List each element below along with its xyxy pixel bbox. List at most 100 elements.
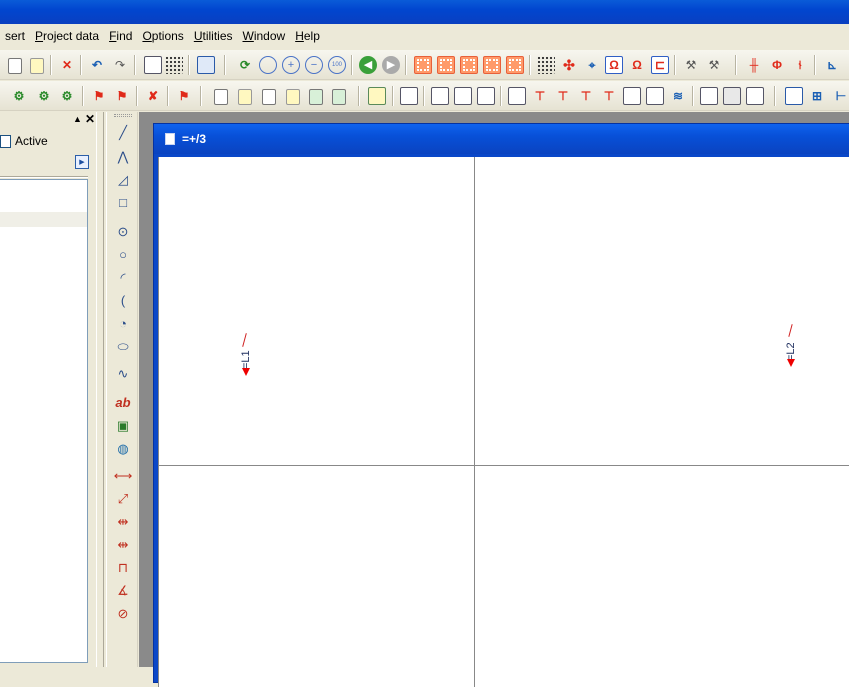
function-icon-2[interactable]: ⚑ (113, 87, 131, 105)
snap-icon-5[interactable] (506, 56, 524, 74)
tree-icon-1[interactable]: ⚙ (10, 87, 28, 105)
copy-icon[interactable] (8, 58, 22, 74)
snap-icon-3[interactable] (460, 56, 478, 74)
function-icon-1[interactable]: ⚑ (90, 87, 108, 105)
dimension-angle-icon[interactable]: ∡ (114, 581, 132, 599)
paste-icon[interactable] (30, 58, 44, 74)
terminal-strip-icon[interactable] (508, 87, 526, 105)
undo-icon[interactable]: ↶ (88, 56, 106, 74)
schematic-canvas[interactable]: =L1 =L2 (158, 157, 849, 687)
dimension-base-icon[interactable]: ⊓ (114, 558, 132, 576)
close-icon[interactable]: ✕ (85, 112, 95, 126)
plc-icon-4[interactable]: ⊤ (600, 87, 618, 105)
page-icon-6[interactable] (332, 89, 346, 105)
dimension-chain-icon[interactable]: ⇹ (114, 512, 132, 530)
zoom-out-icon[interactable]: − (305, 56, 323, 74)
menu-window[interactable]: Window (238, 24, 291, 49)
menu-insert[interactable]: sert (0, 24, 30, 49)
snap-icon-1[interactable] (414, 56, 432, 74)
macro-icon-3[interactable] (477, 87, 495, 105)
page-icon-2[interactable] (238, 89, 252, 105)
remove-function-icon[interactable]: ✘ (144, 87, 162, 105)
arrow-down-icon[interactable] (242, 368, 250, 376)
dimension-radius-icon[interactable]: ⊘ (114, 604, 132, 622)
page-icon-4[interactable] (286, 89, 300, 105)
redo-icon[interactable]: ↷ (111, 56, 129, 74)
forward-arrow-icon[interactable]: ▶ (382, 56, 400, 74)
refresh-icon[interactable]: ⟳ (236, 56, 254, 74)
panel-splitter[interactable] (98, 112, 104, 667)
table-icon[interactable] (165, 56, 183, 74)
back-arrow-icon[interactable]: ◀ (359, 56, 377, 74)
ellipse-icon[interactable]: ⬭ (114, 337, 132, 355)
polyline-icon[interactable]: ⋀ (114, 147, 132, 165)
spline-icon[interactable]: ∿ (114, 364, 132, 382)
symbol-macro-icon[interactable]: ⊞ (808, 87, 826, 105)
polygon-icon[interactable]: ◿ (114, 170, 132, 188)
image-icon[interactable]: ▣ (114, 416, 132, 434)
page-icon-3[interactable] (262, 89, 276, 105)
rectangle-icon[interactable]: □ (114, 193, 132, 211)
line-icon[interactable]: ⊢ (832, 87, 849, 105)
delete-icon[interactable]: ✕ (58, 56, 76, 74)
active-checkbox[interactable] (0, 135, 11, 148)
menu-project-data[interactable]: Project data (30, 24, 104, 49)
interrupt-icon[interactable]: ⫮ (791, 56, 809, 74)
black-box-icon[interactable] (623, 87, 641, 105)
page-icon-5[interactable] (309, 89, 323, 105)
menu-help[interactable]: Help (290, 24, 325, 49)
monitor-icon[interactable] (197, 56, 215, 74)
tree-icon-2[interactable]: ⚙ (35, 87, 53, 105)
arrow-down-icon[interactable] (787, 359, 795, 367)
structure-box-icon[interactable] (646, 87, 664, 105)
arc-three-point-icon[interactable]: ( (114, 291, 132, 309)
toolbar-grip[interactable] (114, 114, 132, 117)
zoom-100-icon[interactable]: 100 (328, 56, 346, 74)
window-macro-icon[interactable] (785, 87, 803, 105)
device-icon[interactable]: ⚒ (682, 56, 700, 74)
dimension-increment-icon[interactable]: ⇹ (114, 535, 132, 553)
grid-icon[interactable] (537, 56, 555, 74)
text-icon[interactable]: ab (114, 393, 132, 411)
hatch-icon[interactable] (700, 87, 718, 105)
report-icon[interactable] (400, 87, 418, 105)
parallel-lines-icon[interactable]: ╫ (745, 56, 763, 74)
crosshair-icon[interactable]: ⌖ (583, 56, 601, 74)
menu-options[interactable]: Options (137, 24, 188, 49)
play-icon[interactable]: ▶ (75, 155, 89, 169)
macro-icon-2[interactable] (454, 87, 472, 105)
snap-icon-4[interactable] (483, 56, 501, 74)
document-title-bar[interactable]: =+/3 (154, 124, 849, 154)
cable-icon[interactable]: ≋ (669, 87, 687, 105)
menu-find[interactable]: Find (104, 24, 137, 49)
sector-icon[interactable]: ◔ (114, 314, 132, 332)
zoom-in-icon[interactable]: + (282, 56, 300, 74)
transfer-icon[interactable]: ⚑ (175, 87, 193, 105)
plc-icon-1[interactable]: ⊤ (531, 87, 549, 105)
omega-icon[interactable]: Ω (605, 56, 623, 74)
page-icon-1[interactable] (214, 89, 228, 105)
dimension-linear-icon[interactable]: ⟷ (114, 466, 133, 484)
navigator-list[interactable] (0, 179, 88, 663)
circle-center-icon[interactable]: ⊙ (114, 222, 132, 240)
angle-icon[interactable]: ⊾ (823, 56, 841, 74)
device-red-icon[interactable]: ⚒ (705, 56, 723, 74)
list-item[interactable] (0, 212, 87, 227)
snap-icon-2[interactable] (437, 56, 455, 74)
snap-grid-icon[interactable]: ✣ (560, 56, 578, 74)
zoom-circle-icon[interactable] (259, 56, 277, 74)
menu-utilities[interactable]: Utilities (189, 24, 238, 49)
ohm-link-icon[interactable]: Ω (628, 56, 646, 74)
ellipse-cross-icon[interactable]: Φ (768, 56, 786, 74)
plc-icon-2[interactable]: ⊤ (554, 87, 572, 105)
placeholder-icon[interactable] (746, 87, 764, 105)
tree-icon-3[interactable]: ⚙ (58, 87, 76, 105)
insert-frame-icon[interactable] (368, 87, 386, 105)
circle-icon[interactable]: ○ (114, 245, 132, 263)
plc-icon-3[interactable]: ⊤ (577, 87, 595, 105)
macro-icon-1[interactable] (431, 87, 449, 105)
connection-icon[interactable]: ⊏ (651, 56, 669, 74)
properties-icon[interactable] (144, 56, 162, 74)
line-draw-icon[interactable]: ╱ (114, 123, 132, 141)
globe-icon[interactable]: ◍ (114, 439, 132, 457)
